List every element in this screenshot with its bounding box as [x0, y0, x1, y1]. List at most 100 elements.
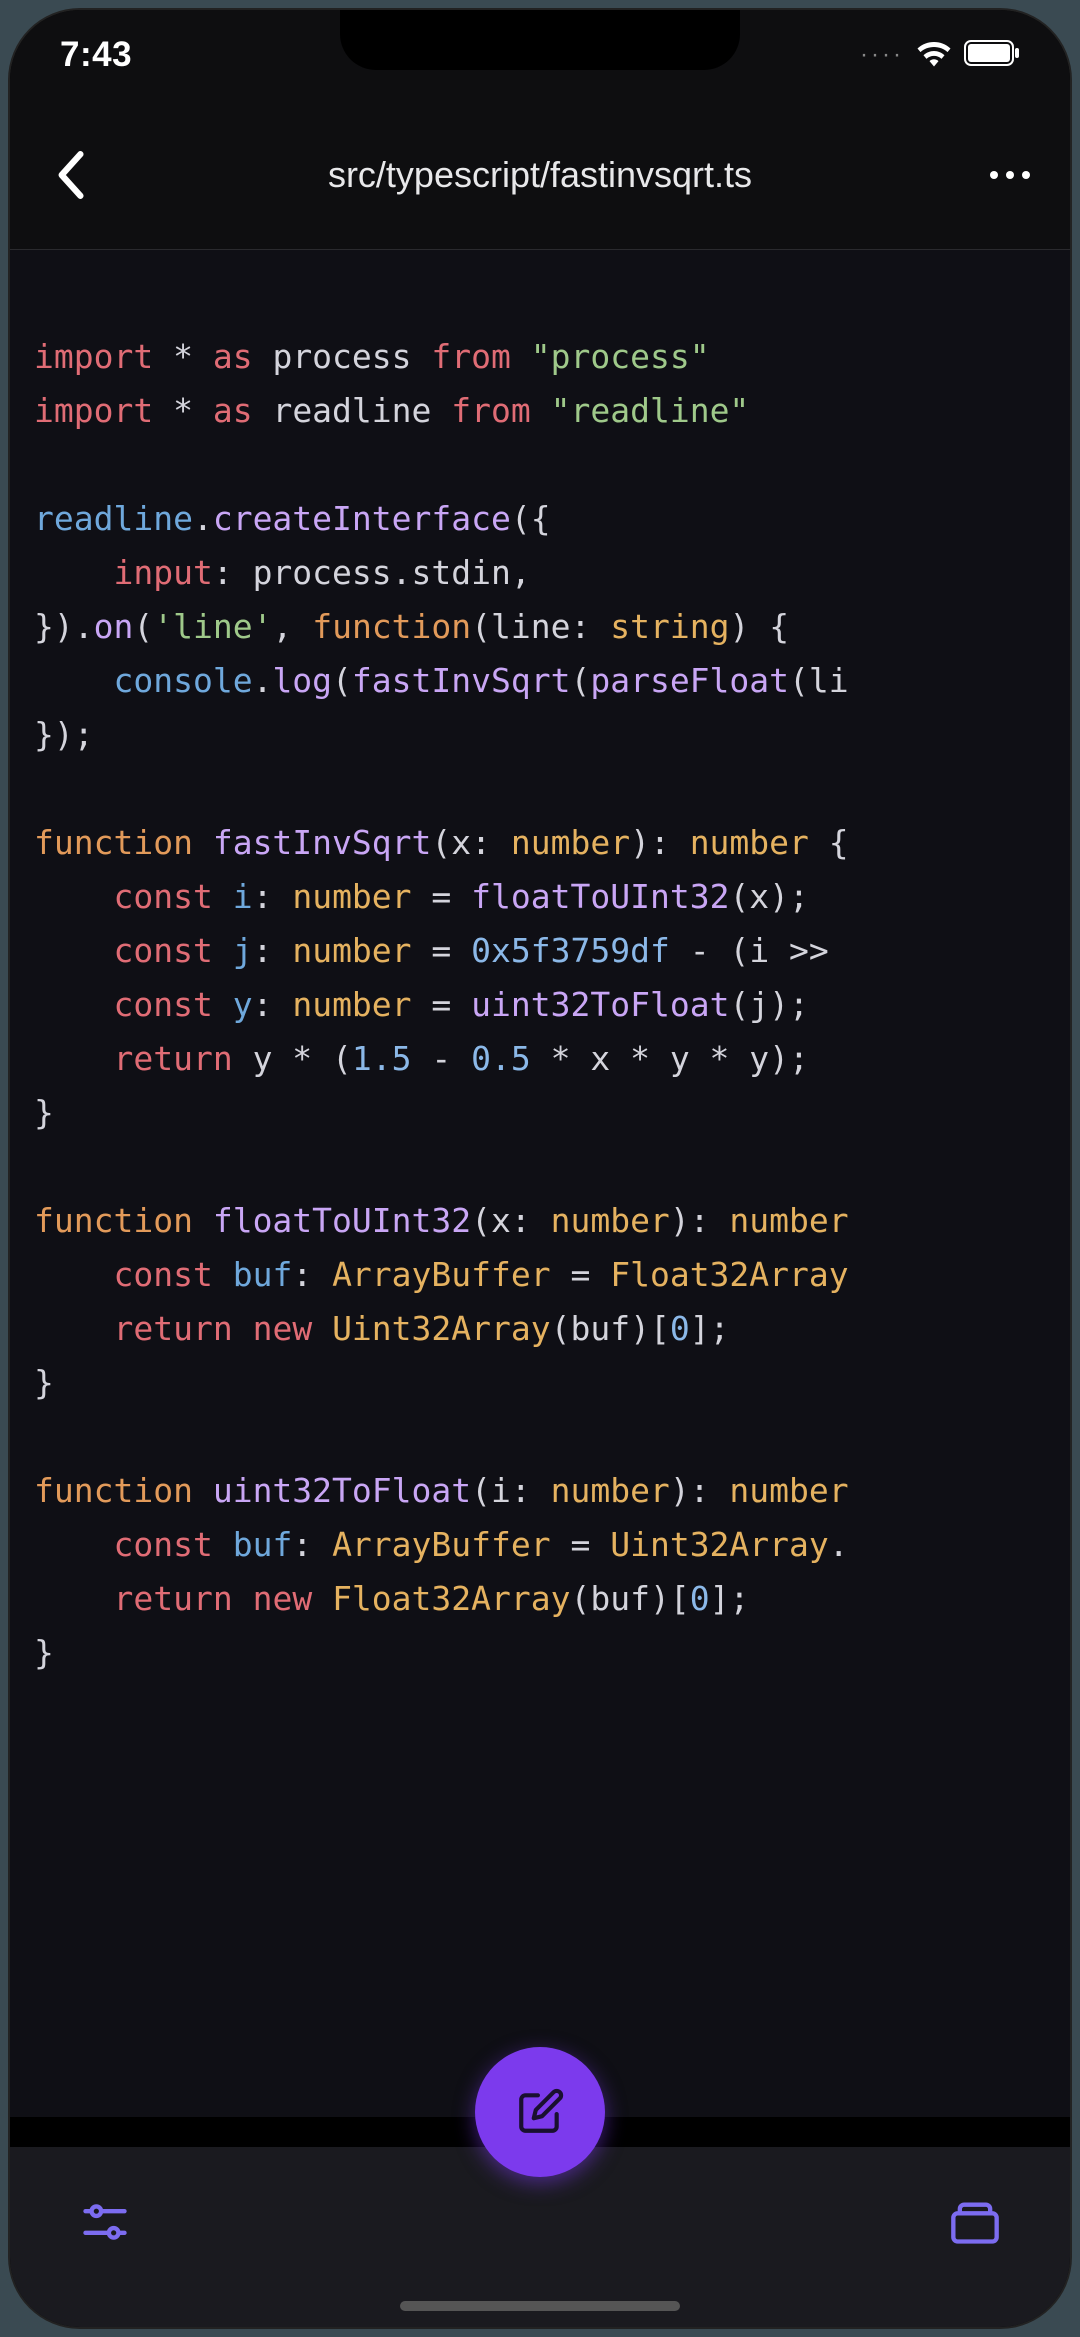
code-token: import	[34, 337, 153, 376]
code-token: ) {	[729, 607, 789, 646]
code-token	[34, 985, 113, 1024]
code-token: 0x5f3759df	[471, 931, 670, 970]
code-token: :	[292, 1255, 332, 1294]
code-token: const	[113, 985, 212, 1024]
code-token: Uint32Array	[610, 1525, 829, 1564]
code-token: ,	[272, 607, 312, 646]
code-editor[interactable]: import * as process from "process" impor…	[10, 250, 1070, 2117]
code-token: *	[153, 391, 213, 430]
code-token: (x:	[471, 1201, 550, 1240]
code-token: uint32ToFloat	[471, 985, 729, 1024]
code-token: ];	[690, 1309, 730, 1348]
code-token: string	[610, 607, 729, 646]
code-token: (j);	[729, 985, 808, 1024]
code-token: (	[332, 661, 352, 700]
code-token	[312, 1579, 332, 1618]
code-token: return	[113, 1579, 232, 1618]
code-token: (buf)[	[551, 1309, 670, 1348]
code-token	[233, 1579, 253, 1618]
code-token	[213, 985, 233, 1024]
code-token: j	[233, 931, 253, 970]
code-token: {	[809, 823, 849, 862]
code-token: (line:	[471, 607, 610, 646]
code-token: 0	[670, 1309, 690, 1348]
code-token: ArrayBuffer	[332, 1525, 551, 1564]
status-time: 7:43	[60, 35, 132, 75]
cellular-signal-icon: ····	[860, 41, 904, 69]
code-token: const	[113, 931, 212, 970]
code-token: .	[829, 1525, 849, 1564]
code-token: : process.stdin,	[213, 553, 531, 592]
code-token: :	[253, 931, 293, 970]
more-options-button[interactable]	[980, 145, 1040, 205]
code-token: number	[551, 1201, 670, 1240]
code-token: log	[272, 661, 332, 700]
code-token: const	[113, 1255, 212, 1294]
code-token: uint32ToFloat	[213, 1471, 471, 1510]
file-path-title: src/typescript/fastinvsqrt.ts	[100, 154, 980, 196]
code-token: ):	[630, 823, 690, 862]
code-token	[193, 823, 213, 862]
code-token: console	[113, 661, 252, 700]
code-token: Float32Array	[332, 1579, 570, 1618]
code-token: return	[113, 1039, 232, 1078]
status-indicators: ····	[860, 39, 1020, 72]
code-token: number	[729, 1471, 848, 1510]
code-token: ):	[670, 1201, 730, 1240]
files-box-button[interactable]	[940, 2187, 1010, 2257]
code-token: parseFloat	[590, 661, 789, 700]
settings-sliders-button[interactable]	[70, 2187, 140, 2257]
pencil-note-icon	[515, 2087, 565, 2137]
code-token: "readline"	[551, 391, 750, 430]
code-token: floatToUInt32	[471, 877, 729, 916]
code-token: Uint32Array	[332, 1309, 551, 1348]
code-token: }	[34, 1093, 54, 1132]
code-token: Float32Array	[610, 1255, 848, 1294]
code-token: *	[153, 337, 213, 376]
code-token: .	[253, 661, 273, 700]
edit-fab-button[interactable]	[475, 2047, 605, 2177]
back-button[interactable]	[40, 145, 100, 205]
code-token: const	[113, 877, 212, 916]
code-token: (buf)[	[570, 1579, 689, 1618]
code-token: new	[253, 1579, 313, 1618]
code-token	[213, 877, 233, 916]
code-token: (x:	[431, 823, 510, 862]
code-token: function	[312, 607, 471, 646]
home-indicator[interactable]	[400, 2301, 680, 2311]
code-token: - (i >>	[670, 931, 849, 970]
code-token: 0.5	[471, 1039, 531, 1078]
code-token: createInterface	[213, 499, 511, 538]
code-token: ];	[710, 1579, 750, 1618]
code-token	[34, 1525, 113, 1564]
code-token	[34, 1579, 113, 1618]
code-token: number	[292, 877, 411, 916]
code-token: fastInvSqrt	[352, 661, 571, 700]
code-token	[193, 1471, 213, 1510]
code-token	[213, 1525, 233, 1564]
code-token: new	[253, 1309, 313, 1348]
code-token: floatToUInt32	[213, 1201, 471, 1240]
code-token	[34, 553, 113, 592]
code-token: i	[233, 877, 253, 916]
code-token: :	[292, 1525, 332, 1564]
code-token	[193, 1201, 213, 1240]
code-token	[511, 337, 531, 376]
code-token: const	[113, 1525, 212, 1564]
sliders-icon	[79, 2196, 131, 2248]
code-token: * x * y * y);	[531, 1039, 809, 1078]
code-token: ):	[670, 1471, 730, 1510]
code-token	[34, 1039, 113, 1078]
app-header: src/typescript/fastinvsqrt.ts	[10, 100, 1070, 250]
code-token: =	[551, 1525, 611, 1564]
code-token: });	[34, 715, 94, 754]
code-token: as	[213, 391, 253, 430]
code-token: number	[292, 931, 411, 970]
code-token: number	[551, 1471, 670, 1510]
code-token	[312, 1309, 332, 1348]
code-token: (x);	[729, 877, 808, 916]
battery-icon	[964, 40, 1020, 71]
code-token	[213, 931, 233, 970]
code-token: 'line'	[153, 607, 272, 646]
code-token: -	[412, 1039, 472, 1078]
